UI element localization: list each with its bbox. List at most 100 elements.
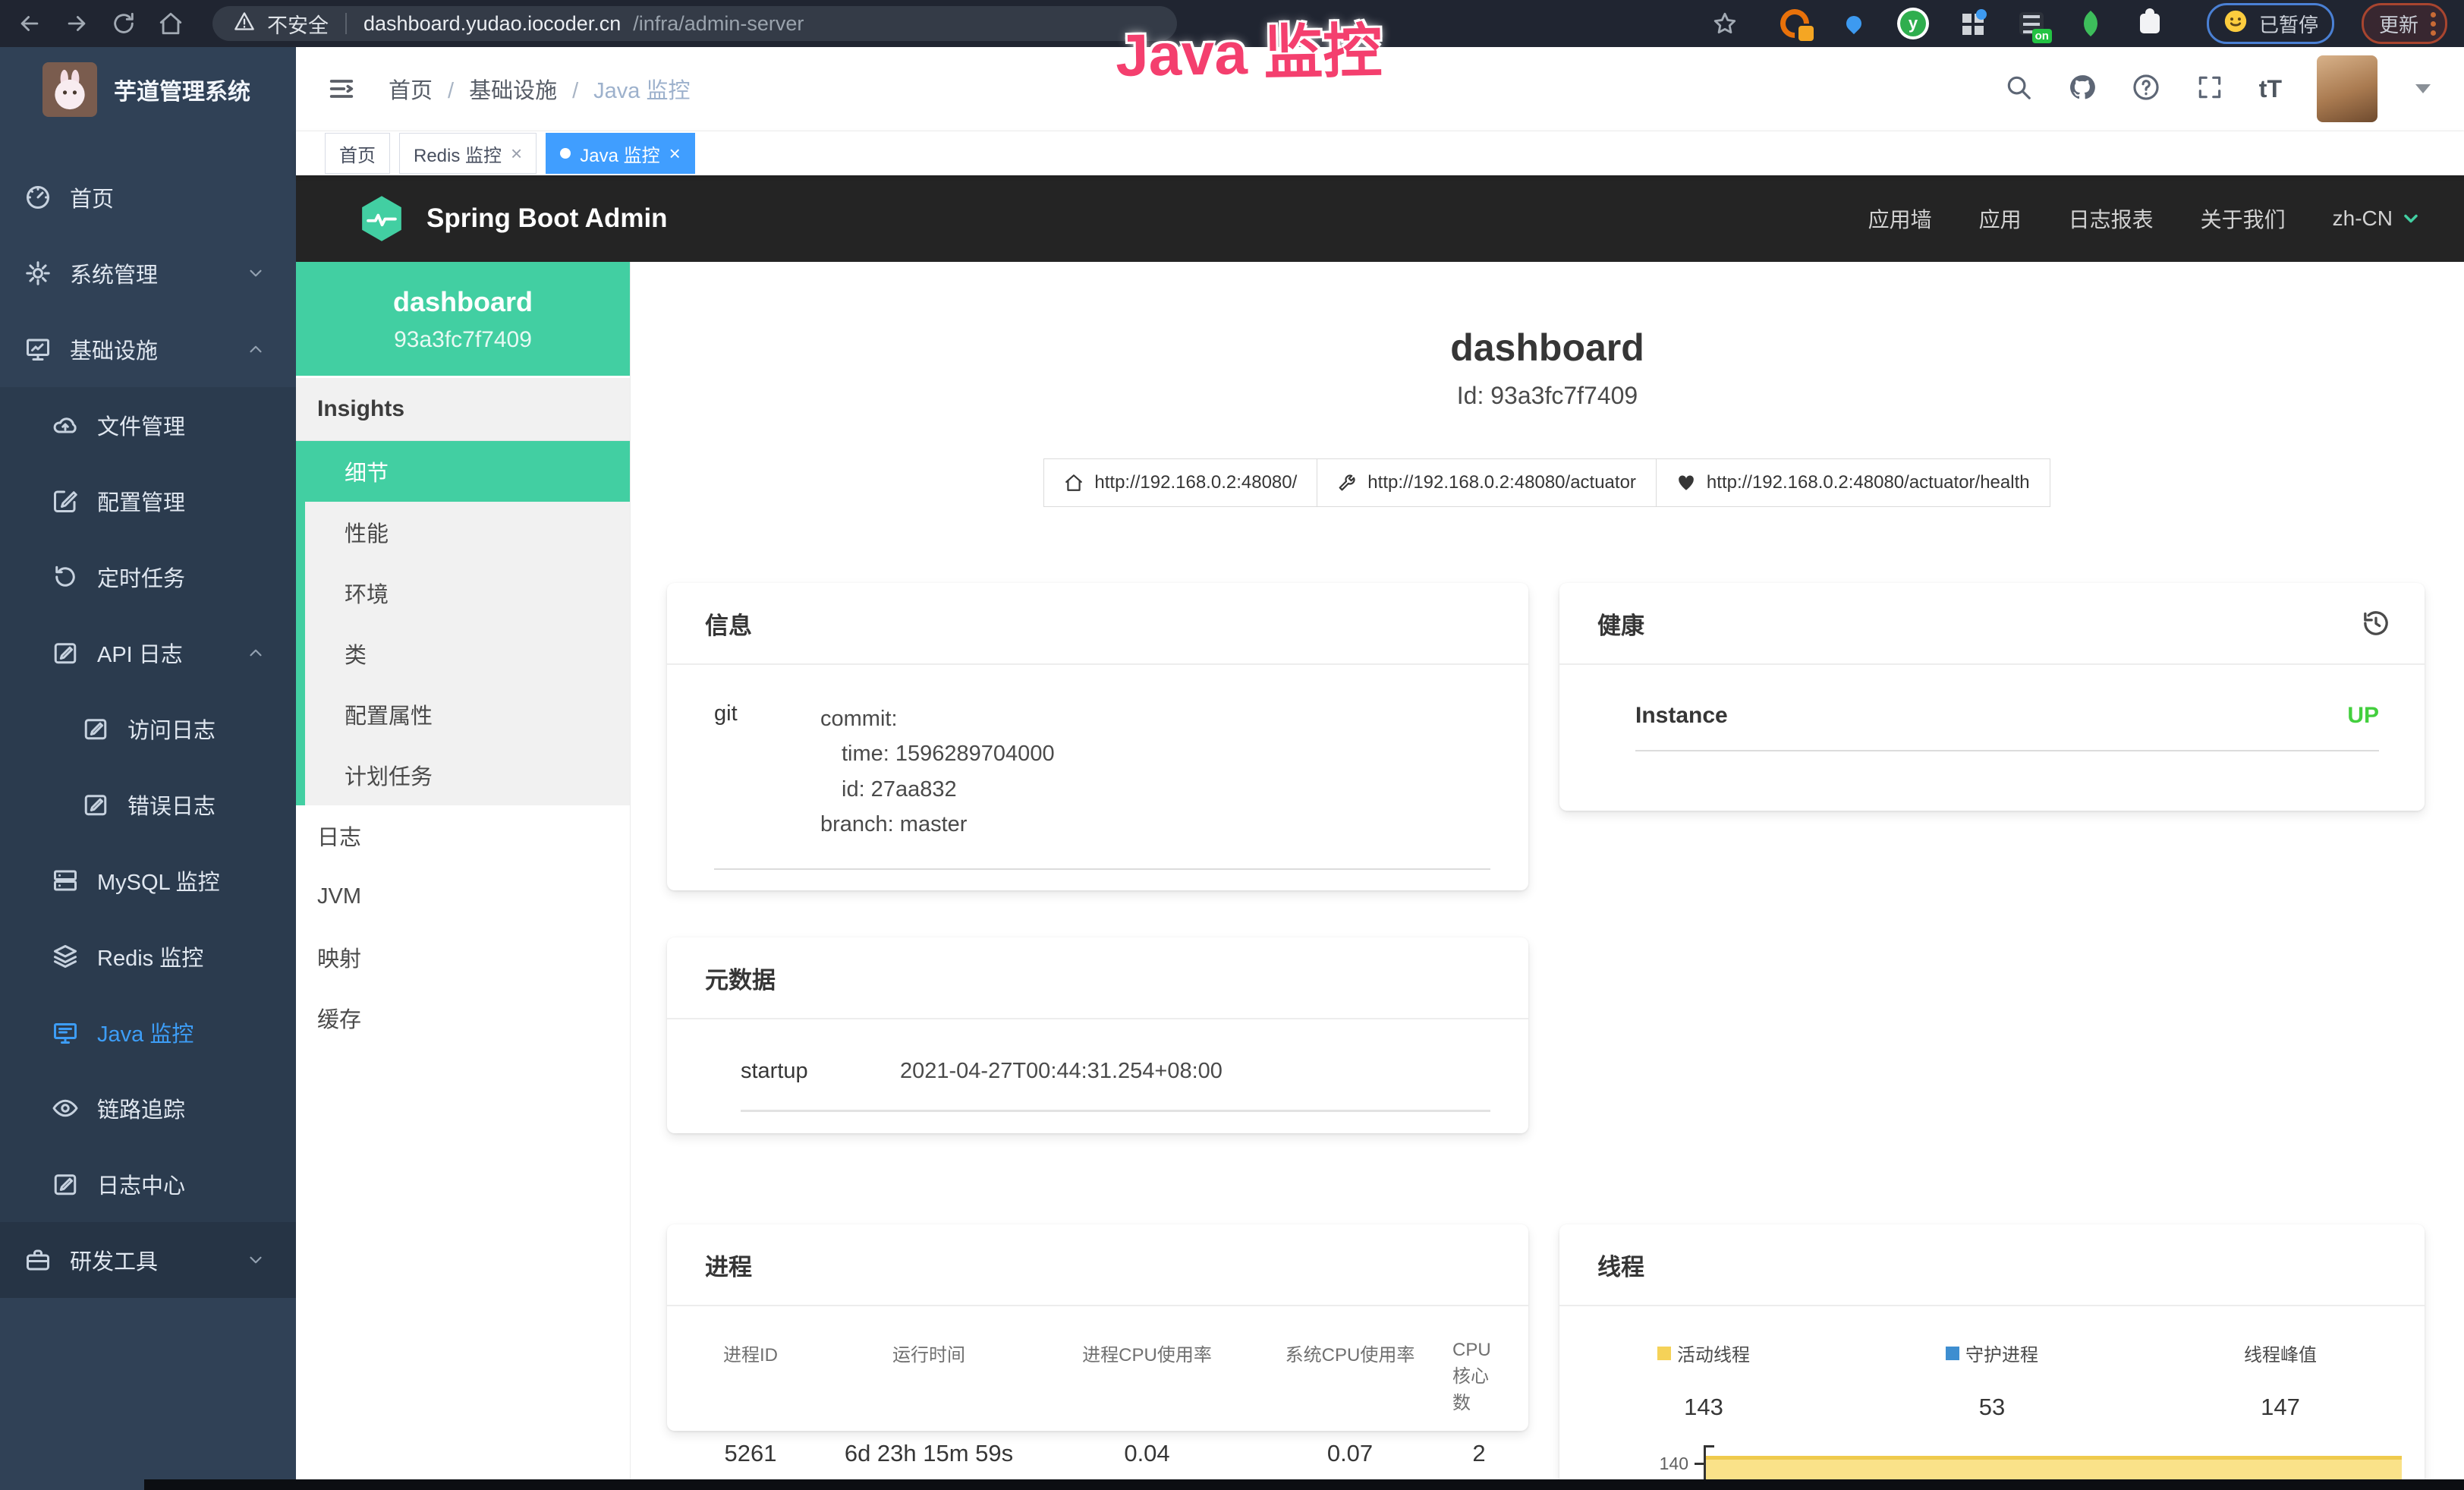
sba-header: Spring Boot Admin 应用墙 应用 日志报表 关于我们 zh-CN [296,175,2464,262]
sidebar-item-label: 日志中心 [97,1168,185,1200]
forward-icon[interactable] [64,11,90,36]
sidebar-item-tracing[interactable]: 链路追踪 [0,1070,296,1146]
sidebar-item-file-manage[interactable]: 文件管理 [0,387,296,463]
github-icon[interactable] [2068,73,2097,106]
ytick-140: 140 [1660,1454,1688,1474]
tab-home[interactable]: 首页 [325,133,390,174]
extension-grid-icon[interactable] [1956,8,1988,39]
sba-language-select[interactable]: zh-CN [2333,206,2422,231]
sidebar-item-system[interactable]: 系统管理 [0,235,296,311]
sba-side-item-metrics[interactable]: 性能 [296,502,630,562]
sba-body: dashboard 93a3fc7f7409 Insights 细节 性能 环境… [296,262,2464,1490]
close-icon[interactable] [669,143,681,163]
legend-item-daemon: 守护进程 [1946,1340,2038,1366]
health-card-header: 健康 [1559,583,2425,665]
sba-side-item-environment[interactable]: 环境 [296,562,630,623]
sba-nav-applications[interactable]: 应用 [1979,203,2022,234]
health-url-label: http://192.168.0.2:48080/actuator/health [1707,472,2030,493]
chevron-down-icon [246,263,266,283]
table-row: git commit: time: 1596289704000 id: 27aa… [714,701,1490,870]
update-button[interactable]: 更新 [2362,3,2447,44]
sidebar-item-java-monitor[interactable]: Java 监控 [0,994,296,1070]
hamburger-icon[interactable] [326,74,357,104]
extension-icon-2[interactable] [1897,8,1929,39]
search-icon[interactable] [2004,73,2033,106]
sba-side-item-jvm[interactable]: JVM [296,866,630,927]
actuator-url-button[interactable]: http://192.168.0.2:48080/actuator [1317,458,1657,507]
sba-nav-wallboard[interactable]: 应用墙 [1868,203,1932,234]
sba-brand-title[interactable]: Spring Boot Admin [426,203,668,234]
help-icon[interactable] [2132,73,2160,106]
history-icon[interactable] [2361,608,2391,638]
app-logo-icon [42,62,97,117]
sidebar-item-access-log[interactable]: 访问日志 [0,691,296,767]
app-logo[interactable]: 芋道管理系统 [0,47,296,132]
sidebar-item-error-log[interactable]: 错误日志 [0,767,296,843]
service-url-button[interactable]: http://192.168.0.2:48080/ [1043,458,1317,507]
sba-instance-id: 93a3fc7f7409 [296,327,630,353]
health-url-button[interactable]: http://192.168.0.2:48080/actuator/health [1656,458,2050,507]
sba-side-item-config-props[interactable]: 配置属性 [296,684,630,745]
home-icon[interactable] [158,11,184,36]
extension-leaf-icon[interactable] [2075,8,2107,39]
metadata-row-value: 2021-04-27T00:44:31.254+08:00 [900,1059,1223,1084]
extension-puzzle-icon[interactable] [2134,8,2166,39]
col-header-cpu-cores: CPU核心数 [1452,1340,1506,1414]
info-card: 信息 git commit: time: 1596289704000 id: 2… [667,583,1528,890]
sba-side-item-classes[interactable]: 类 [296,623,630,684]
tab-label: Redis 监控 [414,140,502,167]
col-header-system-cpu: 系统CPU使用率 [1285,1340,1415,1414]
caret-down-icon[interactable] [2415,84,2431,93]
sidebar-item-scheduled-jobs[interactable]: 定时任务 [0,539,296,615]
instance-id-subtitle: Id: 93a3fc7f7409 [631,382,2464,410]
chevron-up-icon [246,643,266,663]
info-card-header: 信息 [667,583,1528,665]
tab-java-monitor[interactable]: Java 监控 [546,133,695,174]
redo-loop-icon [52,563,79,591]
sidebar-item-mysql-monitor[interactable]: MySQL 监控 [0,843,296,918]
main-column: 首页 基础设施 Java 监控 tT 首页 [296,47,2464,1490]
sidebar-item-label: 文件管理 [97,409,185,441]
sidebar-item-label: 链路追踪 [97,1092,185,1124]
sidebar-item-redis-monitor[interactable]: Redis 监控 [0,918,296,994]
sidebar-item-label: 定时任务 [97,561,185,593]
sidebar-item-config-manage[interactable]: 配置管理 [0,463,296,539]
sba-nav-about[interactable]: 关于我们 [2201,203,2286,234]
extension-on-icon[interactable] [2016,8,2047,39]
sidebar-item-label: 系统管理 [70,257,158,289]
top-navbar: 首页 基础设施 Java 监控 tT [296,47,2464,131]
extension-pin-icon[interactable] [1838,8,1870,39]
sba-side-item-scheduled-tasks[interactable]: 计划任务 [296,745,630,805]
git-id-line: id: 27aa832 [820,772,1055,807]
sidebar-item-home[interactable]: 首页 [0,159,296,235]
sidebar-item-dev-tools[interactable]: 研发工具 [0,1222,296,1298]
address-bar[interactable]: 不安全 dashboard.yudao.iocoder.cn/infra/adm… [212,6,1177,41]
sba-side-item-details[interactable]: 细节 [296,441,630,502]
breadcrumb-infra[interactable]: 基础设施 [469,73,593,105]
extension-icon-1[interactable] [1779,8,1811,39]
sidebar-item-api-log[interactable]: API 日志 [0,615,296,691]
sidebar-item-infra[interactable]: 基础设施 [0,311,296,387]
threads-chart-yaxis: 140 120 100 [1590,1445,1704,1490]
user-avatar[interactable] [2317,55,2377,122]
breadcrumb-home[interactable]: 首页 [389,73,469,105]
heart-icon [1676,473,1696,493]
browser-menu-icon[interactable] [2431,12,2436,36]
paused-extension-badge[interactable]: 已暂停 [2207,3,2334,44]
fullscreen-icon[interactable] [2195,73,2224,106]
sba-nav-journal[interactable]: 日志报表 [2069,203,2154,234]
tab-redis-monitor[interactable]: Redis 监控 [399,133,537,174]
sidebar-item-label: Redis 监控 [97,940,203,972]
bookmark-star-icon[interactable] [1712,11,1738,36]
text-size-icon[interactable]: tT [2259,75,2282,103]
metadata-card-body: startup 2021-04-27T00:44:31.254+08:00 [667,1019,1528,1112]
sba-side-item-logs[interactable]: 日志 [296,805,630,866]
sba-nav: 应用墙 应用 日志报表 关于我们 zh-CN [1868,203,2422,234]
reload-icon[interactable] [111,11,137,36]
table-row[interactable]: Instance UP [1635,703,2379,751]
back-icon[interactable] [17,11,42,36]
sidebar-item-log-center[interactable]: 日志中心 [0,1146,296,1222]
sba-side-item-mappings[interactable]: 映射 [296,927,630,988]
close-icon[interactable] [511,143,522,163]
sba-side-item-caches[interactable]: 缓存 [296,988,630,1048]
